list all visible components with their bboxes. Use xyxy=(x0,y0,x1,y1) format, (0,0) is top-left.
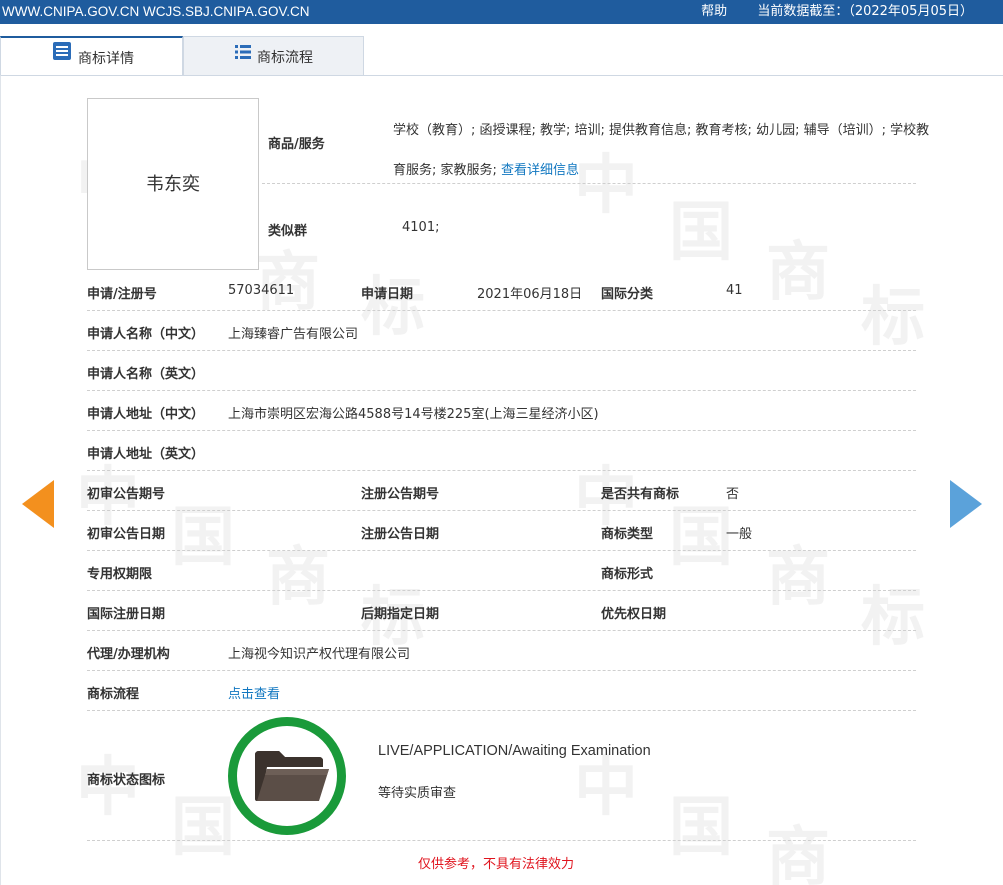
address-en-label: 申请人地址（英文） xyxy=(87,447,205,462)
tab-label: 商标详情 xyxy=(78,51,134,67)
divider xyxy=(87,430,916,431)
agent-label: 代理/办理机构 xyxy=(87,647,170,662)
view-flow-link[interactable]: 点击查看 xyxy=(228,683,280,702)
trademark-name: 韦东奕 xyxy=(146,174,200,195)
priority-date-label: 优先权日期 xyxy=(601,607,667,622)
top-bar: WWW.CNIPA.GOV.CN WCJS.SBJ.CNIPA.GOV.CN 帮… xyxy=(0,0,1003,24)
intl-class-label: 国际分类 xyxy=(601,287,654,302)
later-designation-label: 后期指定日期 xyxy=(361,607,440,622)
goods-services-label: 商品/服务 xyxy=(268,137,325,152)
app-date-value: 2021年06月18日 xyxy=(477,287,583,302)
document-list-icon xyxy=(52,36,72,78)
divider xyxy=(87,470,916,471)
exclusive-period-label: 专用权期限 xyxy=(87,567,153,582)
help-link[interactable]: 帮助 xyxy=(701,4,727,19)
reg-pub-no-label: 注册公告期号 xyxy=(361,487,440,502)
divider xyxy=(262,183,916,184)
divider xyxy=(87,590,916,591)
trademark-image: 韦东奕 xyxy=(87,98,259,270)
list-icon xyxy=(235,35,251,77)
tm-type-value: 一般 xyxy=(726,527,753,542)
divider xyxy=(87,350,916,351)
view-details-link[interactable]: 查看详细信息 xyxy=(501,163,579,178)
applicant-cn-value: 上海臻睿广告有限公司 xyxy=(228,327,359,342)
intl-class-value: 41 xyxy=(726,283,743,298)
shared-tm-label: 是否共有商标 xyxy=(601,487,680,502)
top-bar-right: 帮助 当前数据截至：（2022年05月05日） xyxy=(701,0,973,24)
tm-type-label: 商标类型 xyxy=(601,527,654,542)
tab-trademark-detail[interactable]: 商标详情 xyxy=(0,36,183,76)
divider xyxy=(87,840,916,841)
tm-flow-label: 商标流程 xyxy=(87,687,140,702)
folder-icon xyxy=(253,749,331,807)
next-arrow-button[interactable] xyxy=(950,480,982,528)
reg-no-value: 57034611 xyxy=(228,283,295,298)
similar-group-label: 类似群 xyxy=(268,224,308,239)
tab-label: 商标流程 xyxy=(257,50,313,66)
divider xyxy=(87,550,916,551)
divider xyxy=(87,670,916,671)
similar-group-value: 4101; xyxy=(402,220,440,235)
goods-services-value: 学校（教育）; 函授课程; 教学; 培训; 提供教育信息; 教育考核; 幼儿园;… xyxy=(393,111,933,191)
prelim-pub-no-label: 初审公告期号 xyxy=(87,487,166,502)
reg-no-label: 申请/注册号 xyxy=(87,287,157,302)
tab-bar: 商标详情 商标流程 xyxy=(0,36,365,76)
tm-form-label: 商标形式 xyxy=(601,567,654,582)
shared-tm-value: 否 xyxy=(726,487,740,502)
divider xyxy=(87,310,916,311)
applicant-en-label: 申请人名称（英文） xyxy=(87,367,205,382)
address-cn-value: 上海市崇明区宏海公路4588号14号楼225室(上海三星经济小区) xyxy=(228,407,599,422)
status-chinese: 等待实质审查 xyxy=(378,786,457,801)
app-date-label: 申请日期 xyxy=(361,287,414,302)
previous-arrow-button[interactable] xyxy=(22,480,54,528)
tab-trademark-flow[interactable]: 商标流程 xyxy=(183,36,364,76)
status-english: LIVE/APPLICATION/Awaiting Examination xyxy=(378,743,651,759)
disclaimer-text: 仅供参考，不具有法律效力 xyxy=(418,857,575,872)
reg-pub-date-label: 注册公告日期 xyxy=(361,527,440,542)
address-cn-label: 申请人地址（中文） xyxy=(87,407,205,422)
divider xyxy=(87,510,916,511)
divider xyxy=(87,390,916,391)
site-url: WWW.CNIPA.GOV.CN WCJS.SBJ.CNIPA.GOV.CN xyxy=(2,4,310,19)
intl-reg-date-label: 国际注册日期 xyxy=(87,607,166,622)
agent-value: 上海视今知识产权代理有限公司 xyxy=(228,647,411,662)
goods-services-text: 学校（教育）; 函授课程; 教学; 培训; 提供教育信息; 教育考核; 幼儿园;… xyxy=(393,123,930,178)
divider xyxy=(87,710,916,711)
prelim-pub-date-label: 初审公告日期 xyxy=(87,527,166,542)
applicant-cn-label: 申请人名称（中文） xyxy=(87,327,205,342)
data-date: 当前数据截至：（2022年05月05日） xyxy=(757,4,973,19)
status-icon-label: 商标状态图标 xyxy=(87,773,166,788)
divider xyxy=(87,630,916,631)
